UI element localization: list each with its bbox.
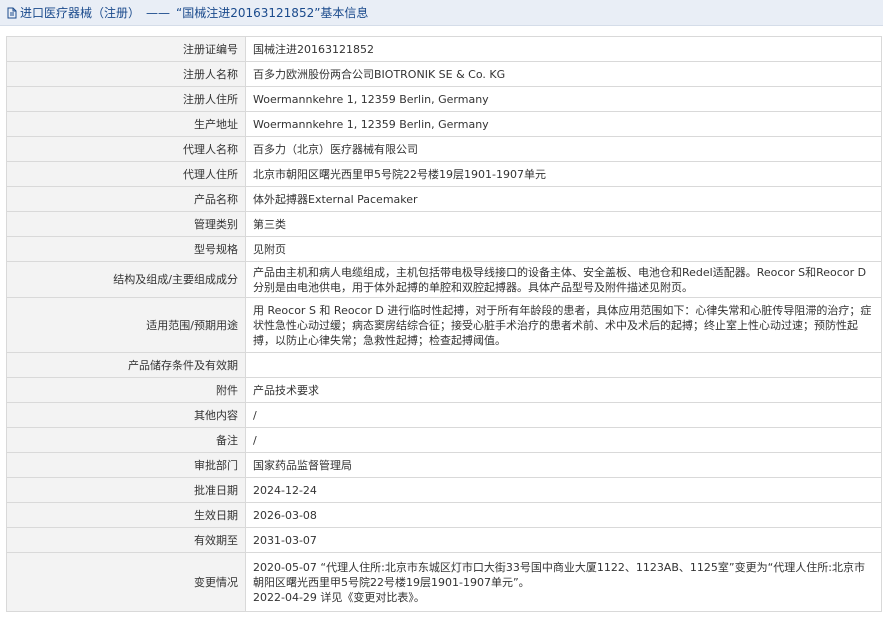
header-separator: ——	[146, 5, 171, 20]
field-label: 产品名称	[6, 186, 246, 212]
document-icon	[6, 7, 18, 19]
field-label: 注册证编号	[6, 36, 246, 62]
field-value: 北京市朝阳区曙光西里甲5号院22号楼19层1901-1907单元	[245, 161, 882, 187]
field-label: 其他内容	[6, 402, 246, 428]
table-row: 备注 /	[6, 427, 882, 453]
field-label: 注册人名称	[6, 61, 246, 87]
change-label: 变更情况	[6, 552, 246, 612]
field-label: 产品储存条件及有效期	[6, 352, 246, 378]
change-entry-2: 2022-04-29 详见《变更对比表》。	[253, 590, 425, 604]
field-value: Woermannkehre 1, 12359 Berlin, Germany	[245, 111, 882, 137]
field-value	[245, 352, 882, 378]
field-value: 产品技术要求	[245, 377, 882, 403]
table-row: 产品储存条件及有效期	[6, 352, 882, 378]
field-value: /	[245, 402, 882, 428]
field-value: 国械注进20163121852	[245, 36, 882, 62]
table-row: 审批部门 国家药品监督管理局	[6, 452, 882, 478]
field-value: /	[245, 427, 882, 453]
field-value: 产品由主机和病人电缆组成，主机包括带电极导线接口的设备主体、安全盖板、电池仓和R…	[245, 261, 882, 298]
field-value: 百多力欧洲股份两合公司BIOTRONIK SE & Co. KG	[245, 61, 882, 87]
table-row: 结构及组成/主要组成成分 产品由主机和病人电缆组成，主机包括带电极导线接口的设备主…	[6, 261, 882, 298]
table-row: 代理人名称 百多力（北京）医疗器械有限公司	[6, 136, 882, 162]
field-value: 百多力（北京）医疗器械有限公司	[245, 136, 882, 162]
header-title[interactable]: 进口医疗器械（注册）	[20, 4, 140, 21]
table-row: 生产地址 Woermannkehre 1, 12359 Berlin, Germa…	[6, 111, 882, 137]
table-row: 注册人住所 Woermannkehre 1, 12359 Berlin, Germ…	[6, 86, 882, 112]
field-value: Woermannkehre 1, 12359 Berlin, Germany	[245, 86, 882, 112]
record-title: “国械注进20163121852”基本信息	[176, 6, 369, 20]
field-label: 型号规格	[6, 236, 246, 262]
detail-table: 注册证编号 国械注进20163121852 注册人名称 百多力欧洲股份两合公司BIO…	[6, 36, 882, 612]
table-row: 其他内容 /	[6, 402, 882, 428]
table-row: 型号规格 见附页	[6, 236, 882, 262]
table-row: 有效期至 2031-03-07	[6, 527, 882, 553]
field-value: 见附页	[245, 236, 882, 262]
field-label: 代理人名称	[6, 136, 246, 162]
field-label: 审批部门	[6, 452, 246, 478]
field-label: 结构及组成/主要组成成分	[6, 261, 246, 298]
table-row: 产品名称 体外起搏器External Pacemaker	[6, 186, 882, 212]
field-label: 生效日期	[6, 502, 246, 528]
field-label: 批准日期	[6, 477, 246, 503]
change-entry-1: 2020-05-07 “代理人住所:北京市东城区灯市口大街33号国中商业大厦11…	[253, 560, 865, 589]
change-value: 2020-05-07 “代理人住所:北京市东城区灯市口大街33号国中商业大厦11…	[245, 552, 882, 612]
table-row: 注册证编号 国械注进20163121852	[6, 36, 882, 62]
table-row-change: 变更情况 2020-05-07 “代理人住所:北京市东城区灯市口大街33号国中商…	[6, 552, 882, 612]
field-label: 注册人住所	[6, 86, 246, 112]
field-value: 国家药品监督管理局	[245, 452, 882, 478]
field-label: 备注	[6, 427, 246, 453]
table-row: 管理类别 第三类	[6, 211, 882, 237]
table-row: 注册人名称 百多力欧洲股份两合公司BIOTRONIK SE & Co. KG	[6, 61, 882, 87]
field-value: 用 Reocor S 和 Reocor D 进行临时性起搏，对于所有年龄段的患者…	[245, 297, 882, 353]
field-label: 管理类别	[6, 211, 246, 237]
table-row: 批准日期 2024-12-24	[6, 477, 882, 503]
field-value: 2024-12-24	[245, 477, 882, 503]
field-label: 生产地址	[6, 111, 246, 137]
field-value: 2031-03-07	[245, 527, 882, 553]
field-label: 适用范围/预期用途	[6, 297, 246, 353]
table-row: 适用范围/预期用途用 Reocor S 和 Reocor D 进行临时性起搏，对…	[6, 297, 882, 353]
field-value: 2026-03-08	[245, 502, 882, 528]
field-label: 有效期至	[6, 527, 246, 553]
table-row: 生效日期 2026-03-08	[6, 502, 882, 528]
field-value: 体外起搏器External Pacemaker	[245, 186, 882, 212]
table-row: 代理人住所 北京市朝阳区曙光西里甲5号院22号楼19层1901-1907单元	[6, 161, 882, 187]
table-row: 附件 产品技术要求	[6, 377, 882, 403]
field-label: 代理人住所	[6, 161, 246, 187]
page-header: 进口医疗器械（注册） —— “国械注进20163121852”基本信息	[0, 0, 883, 26]
field-value: 第三类	[245, 211, 882, 237]
field-label: 附件	[6, 377, 246, 403]
